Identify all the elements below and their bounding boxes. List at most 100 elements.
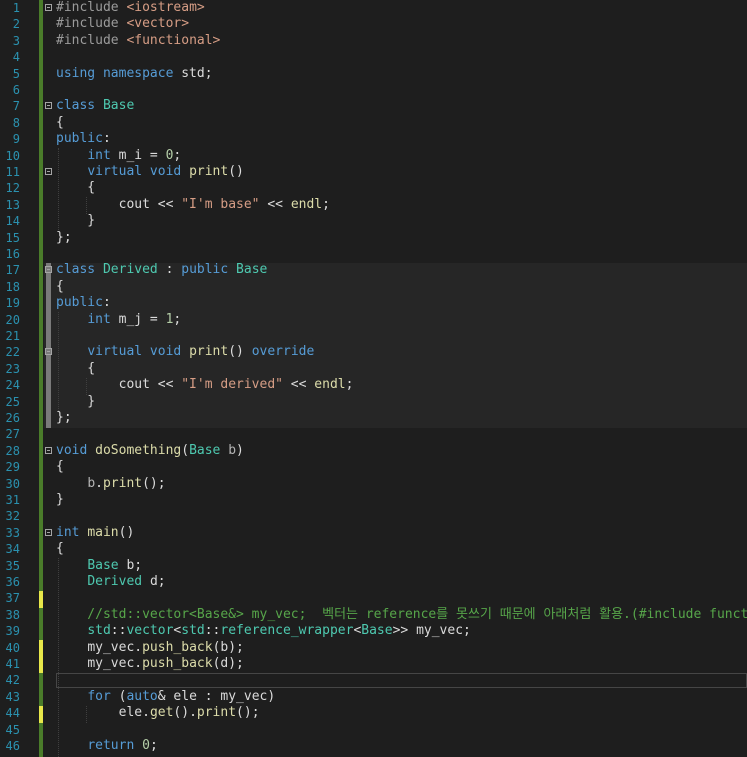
code-line[interactable]: 30 b.print(); xyxy=(0,476,747,492)
code-line[interactable]: 20 int m_j = 1; xyxy=(0,312,747,328)
code-line[interactable]: 3 #include <functional> xyxy=(0,33,747,49)
code-line[interactable]: 18 { xyxy=(0,279,747,295)
line-number: 12 xyxy=(5,181,20,196)
fold-toggle-icon[interactable] xyxy=(45,446,52,454)
code-text: int main() xyxy=(56,524,135,540)
code-line[interactable]: 15}; xyxy=(0,230,747,246)
code-comment: //std::vector<Base&> my_vec; 벡터는 referen… xyxy=(56,606,747,622)
code-line[interactable]: 6 xyxy=(0,82,747,98)
code-editor[interactable]: 1 #include <iostream> 2 #include <vector> … xyxy=(0,0,747,757)
line-number: 18 xyxy=(5,279,20,294)
code-line[interactable]: 8{ xyxy=(0,115,747,131)
code-line[interactable]: 40 my_vec.push_back(b); xyxy=(0,640,747,656)
line-number: 35 xyxy=(5,558,20,573)
line-number: 1 xyxy=(12,1,20,15)
fold-toggle-icon[interactable] xyxy=(45,348,52,356)
code-line[interactable]: 32 xyxy=(0,508,747,524)
code-text: public: xyxy=(56,295,111,311)
code-text: { xyxy=(56,360,96,376)
code-line[interactable]: 7 class Base xyxy=(0,98,747,114)
code-line[interactable]: 41 my_vec.push_back(d); xyxy=(0,656,747,672)
line-number: 17 xyxy=(5,263,20,278)
code-line[interactable]: 11 virtual void print() xyxy=(0,164,747,180)
line-number: 42 xyxy=(5,673,20,688)
code-line[interactable]: 5 using namespace std; xyxy=(0,66,747,82)
code-line[interactable]: 2 #include <vector> xyxy=(0,16,747,32)
line-number: 2 xyxy=(12,17,20,32)
code-text: { xyxy=(56,278,64,294)
fold-toggle-icon[interactable] xyxy=(45,168,52,175)
line-number: 38 xyxy=(5,607,20,622)
line-number: 43 xyxy=(5,689,20,704)
line-number: 40 xyxy=(5,640,20,655)
code-line[interactable]: 26}; xyxy=(0,410,747,426)
code-line[interactable]: 12 { xyxy=(0,180,747,196)
code-line[interactable]: 29 { xyxy=(0,459,747,475)
code-text: virtual void print() xyxy=(87,164,244,179)
code-text: } xyxy=(56,213,96,229)
line-number: 5 xyxy=(12,66,20,81)
line-number: 45 xyxy=(5,722,20,737)
code-line[interactable]: 31} xyxy=(0,492,747,508)
code-text: cout << "I'm base" << endl; xyxy=(56,196,330,212)
code-line[interactable]: 13 cout << "I'm base" << endl; xyxy=(0,197,747,213)
code-line[interactable]: 23 { xyxy=(0,361,747,377)
line-number: 19 xyxy=(5,296,20,311)
code-line[interactable]: 38 //std::vector<Base&> my_vec; 벡터는 refe… xyxy=(0,607,747,623)
line-number: 26 xyxy=(5,411,20,425)
code-line[interactable]: 34 { xyxy=(0,541,747,557)
code-line[interactable]: 21 xyxy=(0,328,747,344)
code-line[interactable]: 25 } xyxy=(0,394,747,410)
line-number: 9 xyxy=(12,132,20,147)
code-line[interactable]: 45 xyxy=(0,722,747,738)
code-line[interactable]: 9 public: xyxy=(0,131,747,147)
code-text: virtual void print() override xyxy=(87,344,315,360)
line-number: 20 xyxy=(5,312,20,327)
fold-toggle-icon[interactable] xyxy=(45,4,52,11)
code-text: class Derived : public Base xyxy=(56,262,268,278)
line-number: 39 xyxy=(5,624,20,639)
code-text: { xyxy=(56,114,64,130)
code-text: } xyxy=(56,492,64,507)
code-line[interactable]: 46 return 0; xyxy=(0,738,747,754)
code-text: Base b; xyxy=(87,557,143,573)
line-number: 10 xyxy=(5,148,20,163)
line-number: 36 xyxy=(5,575,20,589)
code-text: return 0; xyxy=(87,738,158,753)
code-text: for (auto& ele : my_vec) xyxy=(87,688,276,704)
line-number: 14 xyxy=(5,214,20,229)
code-line[interactable]: 24 cout << "I'm derived" << endl; xyxy=(0,377,747,393)
code-line[interactable]: 17 class Derived : public Base xyxy=(0,262,747,278)
code-line[interactable]: 19 public: xyxy=(0,295,747,311)
line-number: 16 xyxy=(5,247,20,261)
line-number: 8 xyxy=(12,115,20,130)
code-text: #include <iostream> xyxy=(56,0,205,15)
code-line[interactable]: 43 for (auto& ele : my_vec) xyxy=(0,689,747,705)
code-line[interactable]: 4 xyxy=(0,49,747,65)
line-number: 34 xyxy=(5,542,20,557)
line-number: 33 xyxy=(5,525,20,540)
code-line[interactable]: 16 xyxy=(0,246,747,262)
fold-toggle-icon[interactable] xyxy=(45,266,52,274)
code-line[interactable]: 35 Base b; xyxy=(0,558,747,574)
fold-toggle-icon[interactable] xyxy=(45,528,52,536)
fold-toggle-icon[interactable] xyxy=(45,102,52,110)
line-number: 32 xyxy=(5,509,20,524)
line-number: 22 xyxy=(5,345,20,360)
code-line[interactable]: 28 void doSomething(Base b) xyxy=(0,443,747,459)
code-line[interactable]: 39 std::vector<std::reference_wrapper<Ba… xyxy=(0,623,747,639)
code-line[interactable]: 33 int main() xyxy=(0,525,747,541)
code-line[interactable]: 36 Derived d; xyxy=(0,574,747,590)
code-line[interactable]: 22 virtual void print() override xyxy=(0,344,747,360)
code-line[interactable]: 10 int m_i = 0; xyxy=(0,148,747,164)
code-line[interactable]: 44 ele.get().print(); xyxy=(0,705,747,721)
code-text: std::vector<std::reference_wrapper<Base>… xyxy=(87,623,471,639)
code-line[interactable]: 37 xyxy=(0,590,747,606)
line-number: 25 xyxy=(5,394,20,409)
code-text: b.print(); xyxy=(87,475,166,491)
line-number: 29 xyxy=(5,460,20,475)
code-line[interactable]: 1 #include <iostream> xyxy=(0,0,747,16)
code-line[interactable]: 42 xyxy=(0,672,747,688)
code-line[interactable]: 27 xyxy=(0,426,747,442)
code-line[interactable]: 14 } xyxy=(0,213,747,229)
